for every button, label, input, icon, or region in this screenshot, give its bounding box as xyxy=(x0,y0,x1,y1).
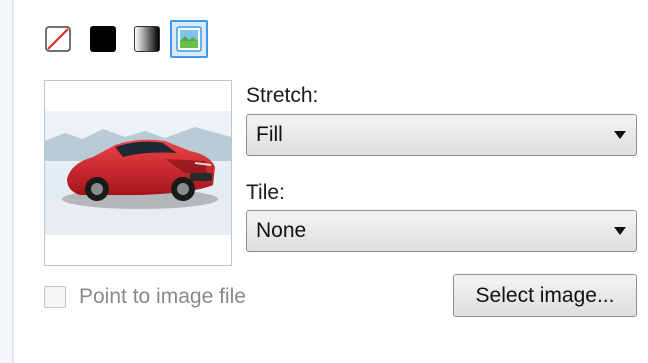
gradient-icon xyxy=(134,26,160,52)
panel-divider xyxy=(12,0,14,363)
solid-color-icon xyxy=(90,26,116,52)
tile-dropdown[interactable]: None xyxy=(246,210,637,252)
select-image-button[interactable]: Select image... xyxy=(453,274,637,317)
car-image-preview xyxy=(45,81,231,265)
point-to-file-label: Point to image file xyxy=(79,285,246,308)
no-brush-button[interactable] xyxy=(39,20,77,58)
chevron-down-icon xyxy=(614,227,626,235)
image-brush-button[interactable] xyxy=(170,20,208,58)
gradient-brush-button[interactable] xyxy=(128,20,166,58)
stretch-label: Stretch: xyxy=(246,84,319,107)
no-brush-icon xyxy=(45,26,71,52)
left-panel-edge xyxy=(0,0,12,363)
image-preview xyxy=(44,80,232,266)
stretch-dropdown[interactable]: Fill xyxy=(246,114,637,156)
stretch-value: Fill xyxy=(256,123,283,146)
point-to-file-checkbox[interactable] xyxy=(44,286,66,308)
image-brush-icon xyxy=(176,26,202,52)
chevron-down-icon xyxy=(614,131,626,139)
solid-color-brush-button[interactable] xyxy=(84,20,122,58)
tile-value: None xyxy=(256,219,307,242)
tile-label: Tile: xyxy=(246,181,285,204)
